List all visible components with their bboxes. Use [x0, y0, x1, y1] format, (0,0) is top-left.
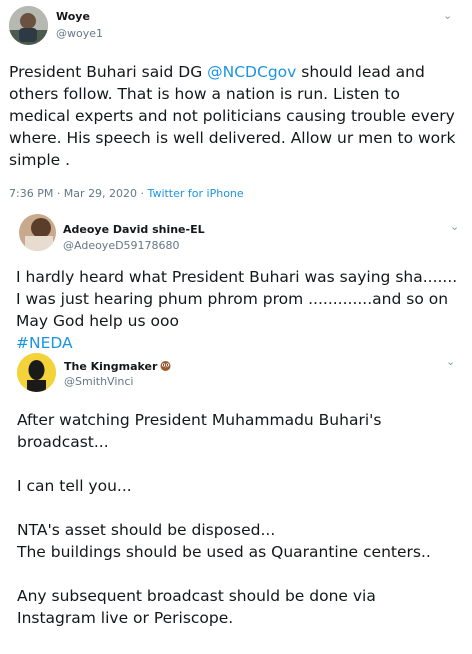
- tweet-text: After watching President Muhammadu Buhar…: [17, 411, 431, 627]
- tweet-adeoye[interactable]: Adeoye David shine-EL @AdeoyeD59178680 ⌄…: [4, 205, 472, 352]
- display-name-text: The Kingmaker: [64, 360, 158, 373]
- avatar-photo-icon: [9, 6, 48, 45]
- tweet-text: I hardly heard what President Buhari was…: [16, 268, 458, 330]
- avatar-kingmaker[interactable]: [17, 353, 56, 392]
- owl-emoji-icon: [160, 361, 171, 371]
- avatar-photo-icon: [19, 214, 56, 251]
- chevron-down-icon[interactable]: ⌄: [450, 220, 459, 233]
- tweet-kingmaker[interactable]: The Kingmaker @SmithVinci ⌄ After watchi…: [0, 350, 472, 654]
- hashtag-link[interactable]: #NEDA: [16, 332, 73, 352]
- meta-separator: ·: [137, 187, 148, 200]
- avatar-portrait-icon: [17, 353, 56, 392]
- user-handle[interactable]: @SmithVinci: [64, 375, 133, 388]
- chevron-down-icon[interactable]: ⌄: [446, 355, 455, 368]
- user-handle[interactable]: @woye1: [56, 27, 103, 40]
- avatar-woye[interactable]: [9, 6, 48, 45]
- chevron-down-icon[interactable]: ⌄: [443, 9, 452, 22]
- display-name[interactable]: Adeoye David shine-EL: [63, 223, 205, 236]
- mention-link[interactable]: @NCDCgov: [207, 63, 296, 81]
- tweet-text-start: President Buhari said DG: [9, 63, 208, 81]
- display-name[interactable]: Woye: [56, 10, 90, 23]
- avatar-adeoye[interactable]: [19, 214, 56, 251]
- source-link[interactable]: Twitter for iPhone: [148, 187, 244, 200]
- user-handle[interactable]: @AdeoyeD59178680: [63, 239, 180, 252]
- tweet-woye[interactable]: Woye @woye1 ⌄ President Buhari said DG @…: [0, 0, 472, 205]
- display-name[interactable]: The Kingmaker: [64, 360, 171, 373]
- timestamp[interactable]: 7:36 PM · Mar 29, 2020: [9, 187, 137, 200]
- tweet-meta: 7:36 PM · Mar 29, 2020 · Twitter for iPh…: [9, 187, 244, 200]
- tweet-text: President Buhari said DG @NCDCgov should…: [9, 61, 461, 171]
